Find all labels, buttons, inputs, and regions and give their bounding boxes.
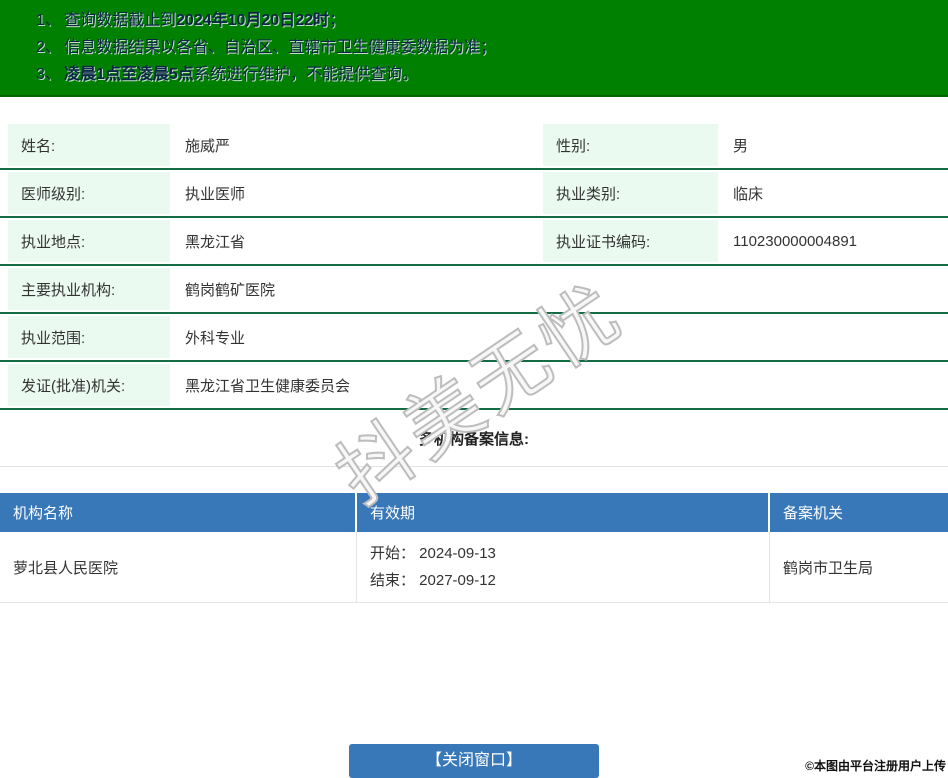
field-value-practice-scope: 外科专业	[185, 329, 246, 347]
field-label-practice-category: 执业类别:	[543, 172, 718, 214]
table-row: 发证(批准)机关: 黑龙江省卫生健康委员会	[0, 362, 948, 410]
field-label-name: 姓名:	[8, 124, 170, 166]
field-value-issuing-authority: 黑龙江省卫生健康委员会	[185, 377, 351, 395]
column-header-validity: 有效期	[357, 493, 770, 532]
notice-text-bold: 2024年10月20日22时	[176, 12, 330, 29]
practitioner-query-result-page: 1、 查询数据截止到 2024年10月20日22时 ； 2、 信息数据结果以各省…	[0, 0, 948, 778]
filing-table-header: 机构名称 有效期 备案机关	[0, 493, 948, 532]
column-header-org-name: 机构名称	[0, 493, 357, 532]
filing-table: 机构名称 有效期 备案机关 萝北县人民医院 开始： 2024-09-13 结束：…	[0, 493, 948, 603]
notice-number: 3、	[36, 66, 61, 83]
notice-text: ；	[329, 12, 346, 29]
field-label-doctor-level: 医师级别:	[8, 172, 170, 214]
column-header-filing-authority: 备案机关	[783, 505, 844, 522]
notice-text: 系统进行维护，不能提供查询。	[193, 66, 418, 83]
field-label-certificate-number: 执业证书编码:	[543, 220, 718, 262]
field-value-gender: 男	[733, 137, 749, 155]
notice-banner: 1、 查询数据截止到 2024年10月20日22时 ； 2、 信息数据结果以各省…	[0, 0, 948, 97]
notice-line-1: 1、 查询数据截止到 2024年10月20日22时 ；	[36, 7, 938, 34]
filing-org-name: 萝北县人民医院	[0, 532, 357, 602]
field-label-issuing-authority: 发证(批准)机关:	[8, 364, 170, 406]
field-label-main-institution: 主要执业机构:	[8, 268, 170, 310]
notice-line-3: 3、 凌晨1点至凌晨5点 系统进行维护，不能提供查询。	[36, 61, 938, 88]
notice-number: 2、	[36, 39, 61, 56]
notice-text-bold: 凌晨1点至凌晨5点	[64, 66, 194, 83]
filing-validity-end: 结束： 2027-09-12	[370, 572, 496, 589]
field-value-practice-location: 黑龙江省	[185, 233, 246, 251]
field-label-gender: 性别:	[543, 124, 718, 166]
table-row: 主要执业机构: 鹤岗鹤矿医院	[0, 266, 948, 314]
filing-validity: 开始： 2024-09-13 结束： 2027-09-12	[357, 532, 770, 602]
table-row: 医师级别: 执业医师 执业类别: 临床	[0, 170, 948, 218]
filing-table-row: 萝北县人民医院 开始： 2024-09-13 结束： 2027-09-12 鹤岗…	[0, 532, 948, 603]
practitioner-info-table: 姓名: 施威严 性别: 男 医师级别: 执业医师 执业类别: 临床 执业地点: …	[0, 122, 948, 410]
field-value-main-institution: 鹤岗鹤矿医院	[185, 281, 276, 299]
upload-credit-text: ©本图由平台注册用户上传	[805, 759, 946, 773]
field-label-practice-location: 执业地点:	[8, 220, 170, 262]
notice-text: 查询数据截止到	[64, 12, 177, 29]
field-value-certificate-number: 110230000004891	[733, 232, 858, 250]
notice-text: 信息数据结果以各省、自治区、直辖市卫生健康委数据为准；	[64, 39, 497, 56]
field-value-doctor-level: 执业医师	[185, 185, 246, 203]
table-row: 执业范围: 外科专业	[0, 314, 948, 362]
close-window-button[interactable]: 【关闭窗口】	[349, 744, 599, 778]
filing-authority: 鹤岗市卫生局	[783, 559, 874, 577]
table-row: 执业地点: 黑龙江省 执业证书编码: 110230000004891	[0, 218, 948, 266]
filing-validity-start: 开始： 2024-09-13	[370, 545, 496, 562]
table-row: 姓名: 施威严 性别: 男	[0, 122, 948, 170]
field-value-practice-category: 临床	[733, 185, 764, 203]
field-label-practice-scope: 执业范围:	[8, 316, 170, 358]
field-value-name: 施威严	[185, 137, 231, 155]
notice-line-2: 2、 信息数据结果以各省、自治区、直辖市卫生健康委数据为准；	[36, 34, 938, 61]
notice-number: 1、	[36, 12, 61, 29]
filing-section-title: 多机构备案信息:	[0, 410, 948, 467]
